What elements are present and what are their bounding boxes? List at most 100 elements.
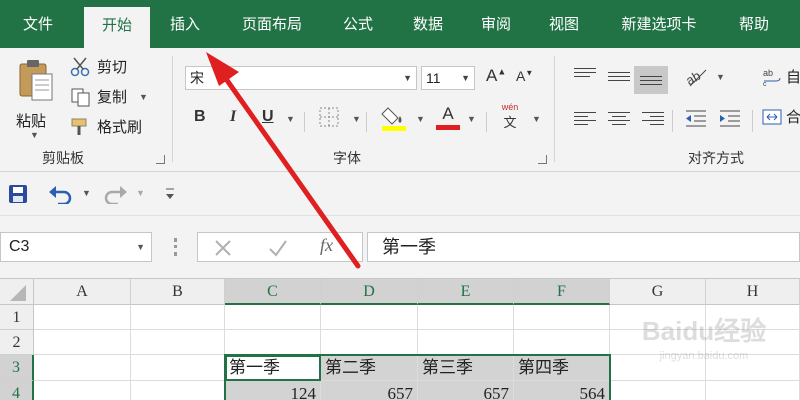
insert-function-button[interactable]: fx (320, 235, 333, 256)
fill-color-icon[interactable] (380, 104, 410, 132)
column-header-d[interactable]: D (321, 279, 418, 305)
column-header-c[interactable]: C (225, 279, 321, 305)
increase-indent-icon[interactable] (718, 108, 742, 128)
cell-e4[interactable]: 657 (418, 381, 514, 400)
cell-a2[interactable] (34, 330, 131, 355)
tab-insert[interactable]: 插入 (152, 0, 218, 48)
column-header-b[interactable]: B (131, 279, 225, 305)
cell-g4[interactable] (610, 381, 706, 400)
font-color-button[interactable]: A (436, 104, 460, 132)
tab-formulas[interactable]: 公式 (328, 0, 388, 48)
shrink-font-button[interactable]: A▼ (516, 68, 533, 84)
cell-e3[interactable]: 第三季 (418, 355, 514, 381)
cell-h3[interactable] (706, 355, 800, 381)
underline-dropdown-icon[interactable]: ▼ (286, 114, 295, 124)
cell-h4[interactable] (706, 381, 800, 400)
phonetic-guide-button[interactable]: wén 文 (496, 102, 524, 132)
underline-button[interactable]: U (262, 108, 274, 126)
cell-h1[interactable] (706, 305, 800, 330)
cell-f1[interactable] (514, 305, 610, 330)
font-name-combo[interactable]: 宋 ▼ (185, 66, 417, 90)
italic-button[interactable]: I (230, 108, 236, 126)
redo-dropdown-icon[interactable]: ▼ (136, 188, 145, 198)
cell-f4[interactable]: 564 (514, 381, 610, 400)
decrease-indent-icon[interactable] (684, 108, 708, 128)
borders-icon[interactable] (318, 106, 340, 128)
cell-a3[interactable] (34, 355, 131, 381)
cell-c4[interactable]: 124 (225, 381, 321, 400)
grow-font-button[interactable]: A▲ (486, 66, 506, 86)
format-painter-button[interactable]: 格式刷 (70, 116, 142, 137)
align-bottom-button[interactable] (634, 66, 668, 94)
formula-bar-grip-icon[interactable] (174, 238, 177, 256)
cut-button[interactable]: 剪切 (70, 56, 127, 77)
column-header-f[interactable]: F (514, 279, 610, 305)
cell-b1[interactable] (131, 305, 225, 330)
name-box[interactable]: C3 ▼ (0, 232, 152, 262)
tab-view[interactable]: 视图 (534, 0, 594, 48)
borders-dropdown-icon[interactable]: ▼ (352, 114, 361, 124)
cell-d3[interactable]: 第二季 (321, 355, 418, 381)
column-header-e[interactable]: E (418, 279, 514, 305)
wrap-text-button[interactable]: ab c 自 (762, 66, 800, 87)
tab-page-layout[interactable]: 页面布局 (226, 0, 318, 48)
cell-b4[interactable] (131, 381, 225, 400)
cancel-icon[interactable] (214, 239, 232, 257)
cell-b3[interactable] (131, 355, 225, 381)
paste-button[interactable]: 粘贴 ▼ (10, 56, 60, 144)
column-header-a[interactable]: A (34, 279, 131, 305)
cell-f3[interactable]: 第四季 (514, 355, 610, 381)
orientation-icon[interactable]: ab (684, 66, 708, 88)
fill-color-dropdown-icon[interactable]: ▼ (416, 114, 425, 124)
align-middle-icon[interactable] (608, 72, 630, 84)
align-right-icon[interactable] (642, 112, 664, 128)
font-color-dropdown-icon[interactable]: ▼ (467, 114, 476, 124)
row-header-4[interactable]: 4 (0, 381, 34, 400)
tab-file[interactable]: 文件 (8, 0, 68, 48)
phonetic-dropdown-icon[interactable]: ▼ (532, 114, 541, 124)
redo-icon[interactable] (102, 184, 128, 204)
cell-c3[interactable]: 第一季 (225, 355, 321, 381)
merge-center-button[interactable]: 合 (762, 106, 800, 127)
chevron-down-icon[interactable]: ▼ (461, 67, 470, 89)
font-size-combo[interactable]: 11 ▼ (421, 66, 475, 90)
cell-b2[interactable] (131, 330, 225, 355)
align-left-icon[interactable] (574, 112, 596, 128)
tab-review[interactable]: 审阅 (466, 0, 526, 48)
cell-e2[interactable] (418, 330, 514, 355)
copy-button[interactable]: 复制 ▼ (70, 86, 148, 107)
row-header-2[interactable]: 2 (0, 330, 34, 355)
cell-h2[interactable] (706, 330, 800, 355)
cell-c2[interactable] (225, 330, 321, 355)
column-header-g[interactable]: G (610, 279, 706, 305)
clipboard-launcher-icon[interactable] (156, 155, 165, 164)
paste-dropdown-icon[interactable]: ▼ (30, 130, 39, 140)
cell-a1[interactable] (34, 305, 131, 330)
align-center-icon[interactable] (608, 112, 630, 128)
tab-help[interactable]: 帮助 (724, 0, 784, 48)
row-header-3[interactable]: 3 (0, 355, 34, 381)
undo-icon[interactable] (48, 184, 74, 204)
tab-data[interactable]: 数据 (398, 0, 458, 48)
chevron-down-icon[interactable]: ▼ (136, 233, 145, 261)
cell-g1[interactable] (610, 305, 706, 330)
cell-e1[interactable] (418, 305, 514, 330)
select-all-button[interactable] (0, 279, 34, 305)
copy-dropdown-icon[interactable]: ▼ (139, 92, 148, 102)
cell-a4[interactable] (34, 381, 131, 400)
column-header-h[interactable]: H (706, 279, 800, 305)
cell-d2[interactable] (321, 330, 418, 355)
tab-home[interactable]: 开始 (84, 7, 150, 48)
cell-g2[interactable] (610, 330, 706, 355)
save-icon[interactable] (8, 184, 28, 204)
cell-f2[interactable] (514, 330, 610, 355)
cell-d4[interactable]: 657 (321, 381, 418, 400)
chevron-down-icon[interactable]: ▼ (403, 67, 412, 89)
cell-d1[interactable] (321, 305, 418, 330)
row-header-1[interactable]: 1 (0, 305, 34, 330)
align-top-icon[interactable] (574, 68, 596, 80)
enter-check-icon[interactable] (268, 239, 288, 257)
orientation-dropdown-icon[interactable]: ▼ (716, 72, 725, 82)
cell-c1[interactable] (225, 305, 321, 330)
tab-new-tab[interactable]: 新建选项卡 (604, 0, 714, 48)
